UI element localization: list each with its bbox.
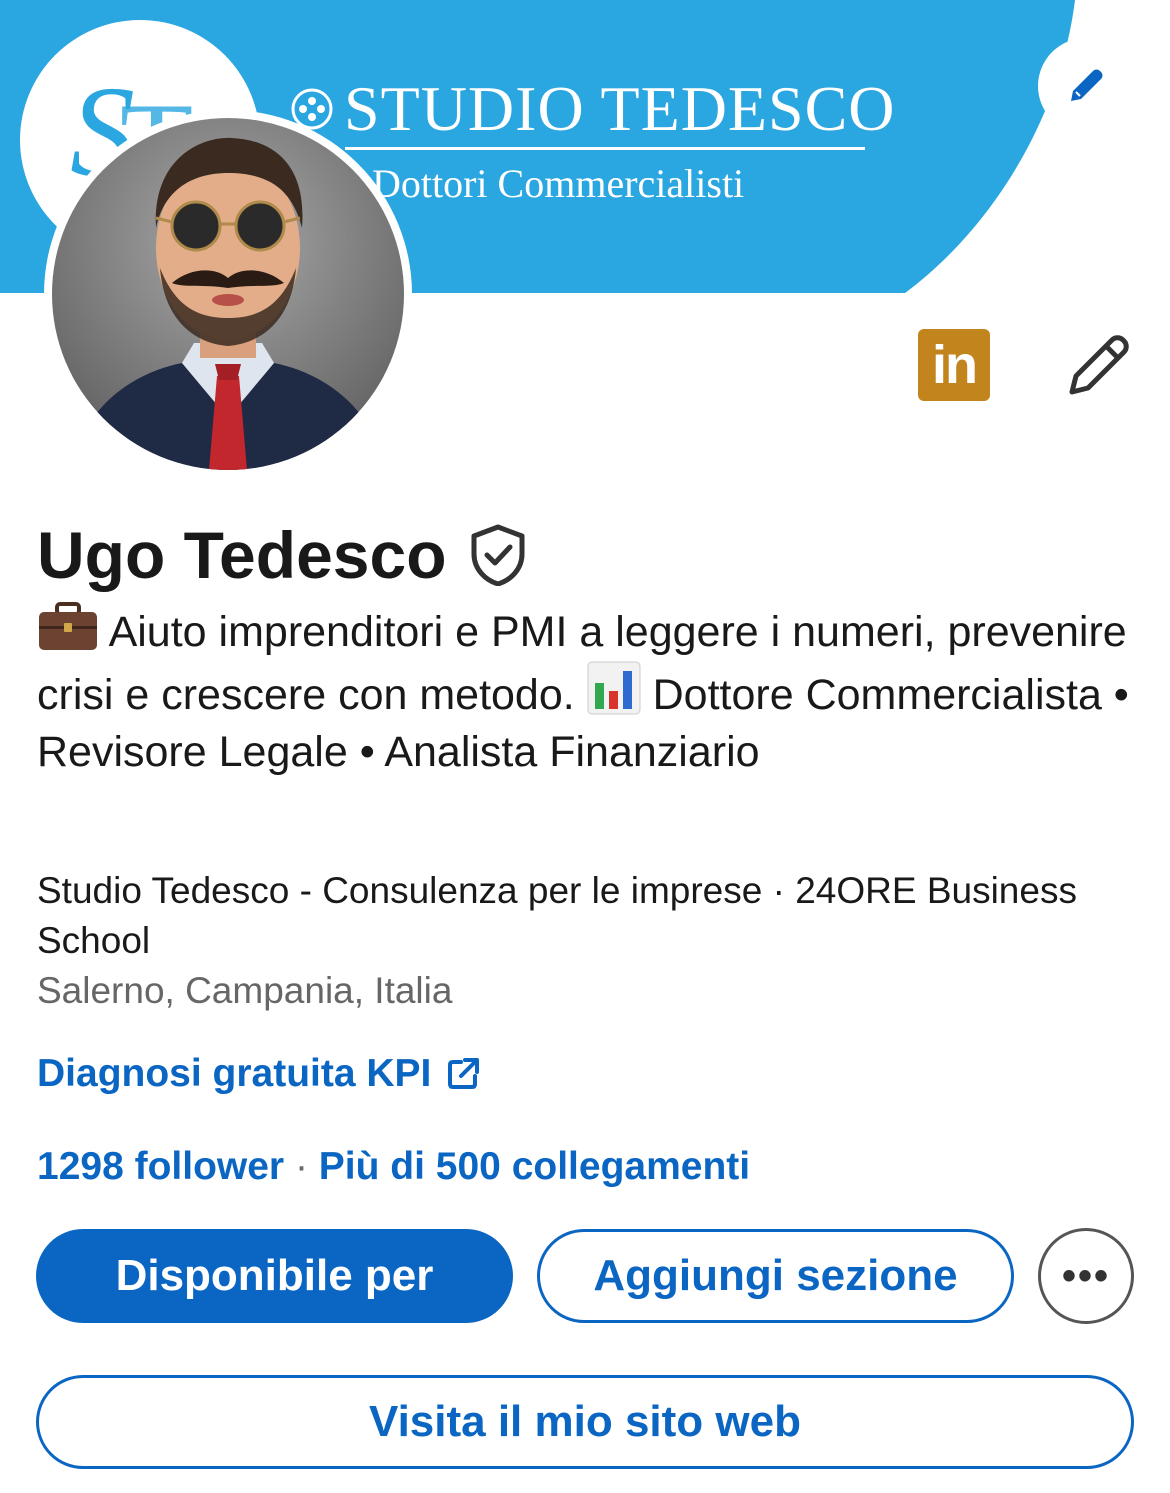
shield-check-icon[interactable] <box>469 524 527 586</box>
profile-name: Ugo Tedesco <box>37 517 527 593</box>
open-to-button[interactable]: Disponibile per <box>36 1229 513 1323</box>
pencil-icon <box>1069 335 1129 395</box>
ellipsis-icon: ••• <box>1061 1253 1110 1298</box>
pencil-icon <box>1071 69 1103 101</box>
banner-divider <box>345 147 865 150</box>
profile-headline: Aiuto imprenditori e PMI a leggere i num… <box>37 602 1137 781</box>
profile-company[interactable]: Studio Tedesco - Consulenza per le impre… <box>37 866 1127 966</box>
followers-link[interactable]: 1298 follower <box>37 1145 284 1188</box>
briefcase-icon <box>39 602 97 650</box>
edit-banner-button[interactable] <box>1038 38 1134 134</box>
banner-subtitle: Dottori Commerciali­sti <box>372 161 745 206</box>
profile-location: Salerno, Campania, Italia <box>37 970 453 1011</box>
banner-title-text: STUDIO TEDESCO <box>344 73 896 144</box>
linkedin-icon[interactable]: in <box>918 329 990 401</box>
visit-website-button[interactable]: Visita il mio sito web <box>36 1375 1134 1469</box>
edit-profile-button[interactable] <box>1062 330 1134 402</box>
external-link-icon <box>448 1058 480 1089</box>
stats-separator: · <box>294 1145 308 1188</box>
profile-avatar[interactable] <box>44 110 412 478</box>
profile-stats: 1298 follower · Più di 500 collegamenti <box>37 1145 750 1189</box>
external-link[interactable]: Diagnosi gratuita KPI <box>37 1052 481 1096</box>
more-options-button[interactable]: ••• <box>1038 1228 1134 1324</box>
external-link-label: Diagnosi gratuita KPI <box>37 1052 432 1095</box>
bar-chart-icon <box>587 661 641 715</box>
profile-photo <box>52 118 404 470</box>
banner-title: STUDIO TEDESCO <box>290 72 896 146</box>
profile-name-text: Ugo Tedesco <box>37 518 447 592</box>
add-section-button[interactable]: Aggiungi sezione <box>537 1229 1014 1323</box>
connections-link[interactable]: Più di 500 collegamenti <box>319 1145 750 1188</box>
